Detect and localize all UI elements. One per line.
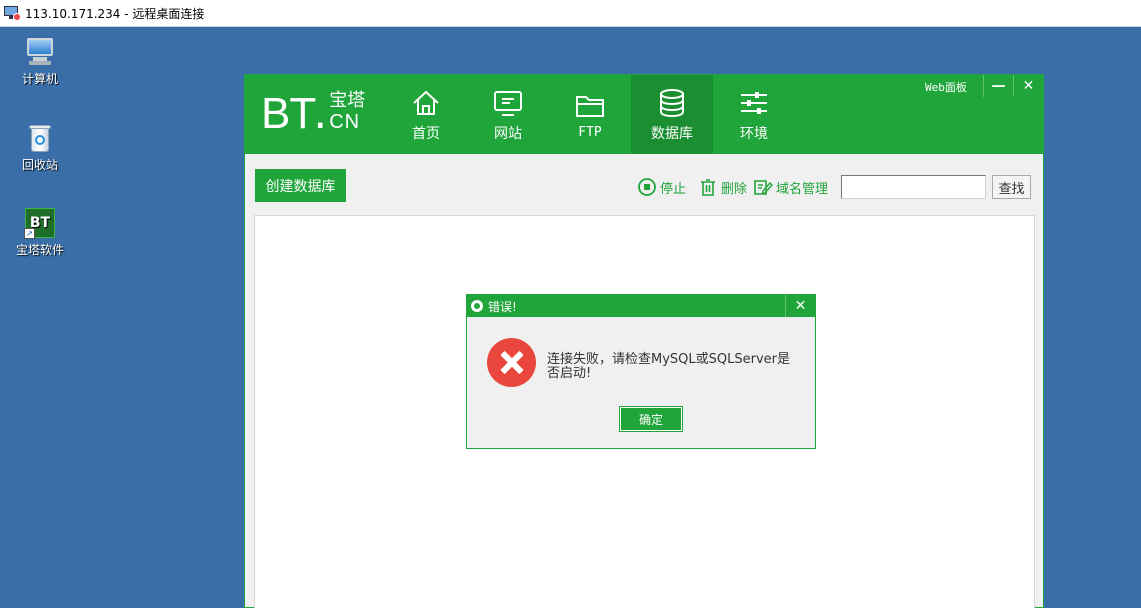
stop-icon <box>638 178 656 196</box>
logo-zh: 宝塔 <box>329 90 366 111</box>
stop-button[interactable]: 停止 <box>637 177 686 197</box>
stop-label: 停止 <box>660 181 687 197</box>
folder-icon <box>576 96 604 117</box>
logo-bt: BT <box>261 89 316 138</box>
edit-icon <box>754 180 773 195</box>
minimize-button[interactable]: — <box>983 75 1013 97</box>
search-button[interactable]: 查找 <box>992 175 1031 199</box>
error-icon <box>487 338 536 387</box>
desktop-icon-label: 宝塔软件 <box>15 243 64 257</box>
logo-dot: . <box>313 88 328 139</box>
error-dialog: 错误! ✕ 连接失败，请检查MySQL或SQLServer是否启动! 确定 <box>466 294 816 449</box>
logo-cn: CN <box>329 111 361 133</box>
desktop-icon-bt-software[interactable]: BT ↗ 宝塔软件 <box>2 207 78 258</box>
bt-header: BT . 宝塔 CN 首页 网站 FTP 数据库 环境 Web面板 — ✕ <box>245 75 1043 154</box>
nav-label: 首页 <box>412 125 440 142</box>
desktop-icon-recycle-bin[interactable]: 回收站 <box>2 122 78 173</box>
desktop-icon-computer[interactable]: 计算机 <box>2 36 78 87</box>
database-icon <box>660 88 684 117</box>
nav-label: FTP <box>578 125 602 140</box>
dialog-close-button[interactable]: ✕ <box>785 295 815 317</box>
domain-manage-button[interactable]: 域名管理 <box>753 177 828 197</box>
rdp-titlebar: 113.10.171.234 - 远程桌面连接 <box>0 0 1141 27</box>
desktop-icon-label: 计算机 <box>21 72 58 86</box>
dialog-titlebar: 错误! ✕ <box>467 295 815 317</box>
bt-logo: BT . 宝塔 CN <box>261 91 365 136</box>
nav-label: 环境 <box>740 125 768 142</box>
nav-item-environment[interactable]: 环境 <box>713 75 795 154</box>
search-input[interactable] <box>841 175 986 199</box>
create-database-button[interactable]: 创建数据库 <box>255 169 346 202</box>
ok-button[interactable]: 确定 <box>619 406 683 432</box>
shortcut-arrow-icon: ↗ <box>24 228 35 239</box>
delete-label: 删除 <box>721 181 748 197</box>
desktop-icon-label: 回收站 <box>21 158 58 172</box>
nav-item-website[interactable]: 网站 <box>467 75 549 154</box>
remote-desktop-icon <box>4 5 21 21</box>
recycle-bin-icon <box>24 122 56 154</box>
delete-button[interactable]: 删除 <box>698 177 747 197</box>
monitor-icon <box>494 90 522 116</box>
close-button[interactable]: ✕ <box>1013 75 1043 97</box>
trash-icon <box>701 179 715 196</box>
domain-manage-label: 域名管理 <box>776 181 829 197</box>
dialog-message: 连接失败，请检查MySQL或SQLServer是否启动! <box>547 352 790 381</box>
bt-app-icon: BT ↗ <box>24 207 56 239</box>
rdp-title: 113.10.171.234 - 远程桌面连接 <box>25 6 205 21</box>
nav-label: 数据库 <box>651 125 693 142</box>
web-panel-link[interactable]: Web面板 <box>925 79 967 95</box>
nav-item-home[interactable]: 首页 <box>385 75 467 154</box>
nav-label: 网站 <box>494 125 522 142</box>
main-nav: 首页 网站 FTP 数据库 环境 <box>385 75 795 154</box>
computer-icon <box>24 36 56 68</box>
dialog-title: 错误! <box>488 299 517 314</box>
sliders-icon <box>741 91 767 114</box>
nav-item-ftp[interactable]: FTP <box>549 75 631 154</box>
home-icon <box>413 90 439 115</box>
dialog-title-icon <box>471 300 483 312</box>
nav-item-database[interactable]: 数据库 <box>631 75 713 154</box>
